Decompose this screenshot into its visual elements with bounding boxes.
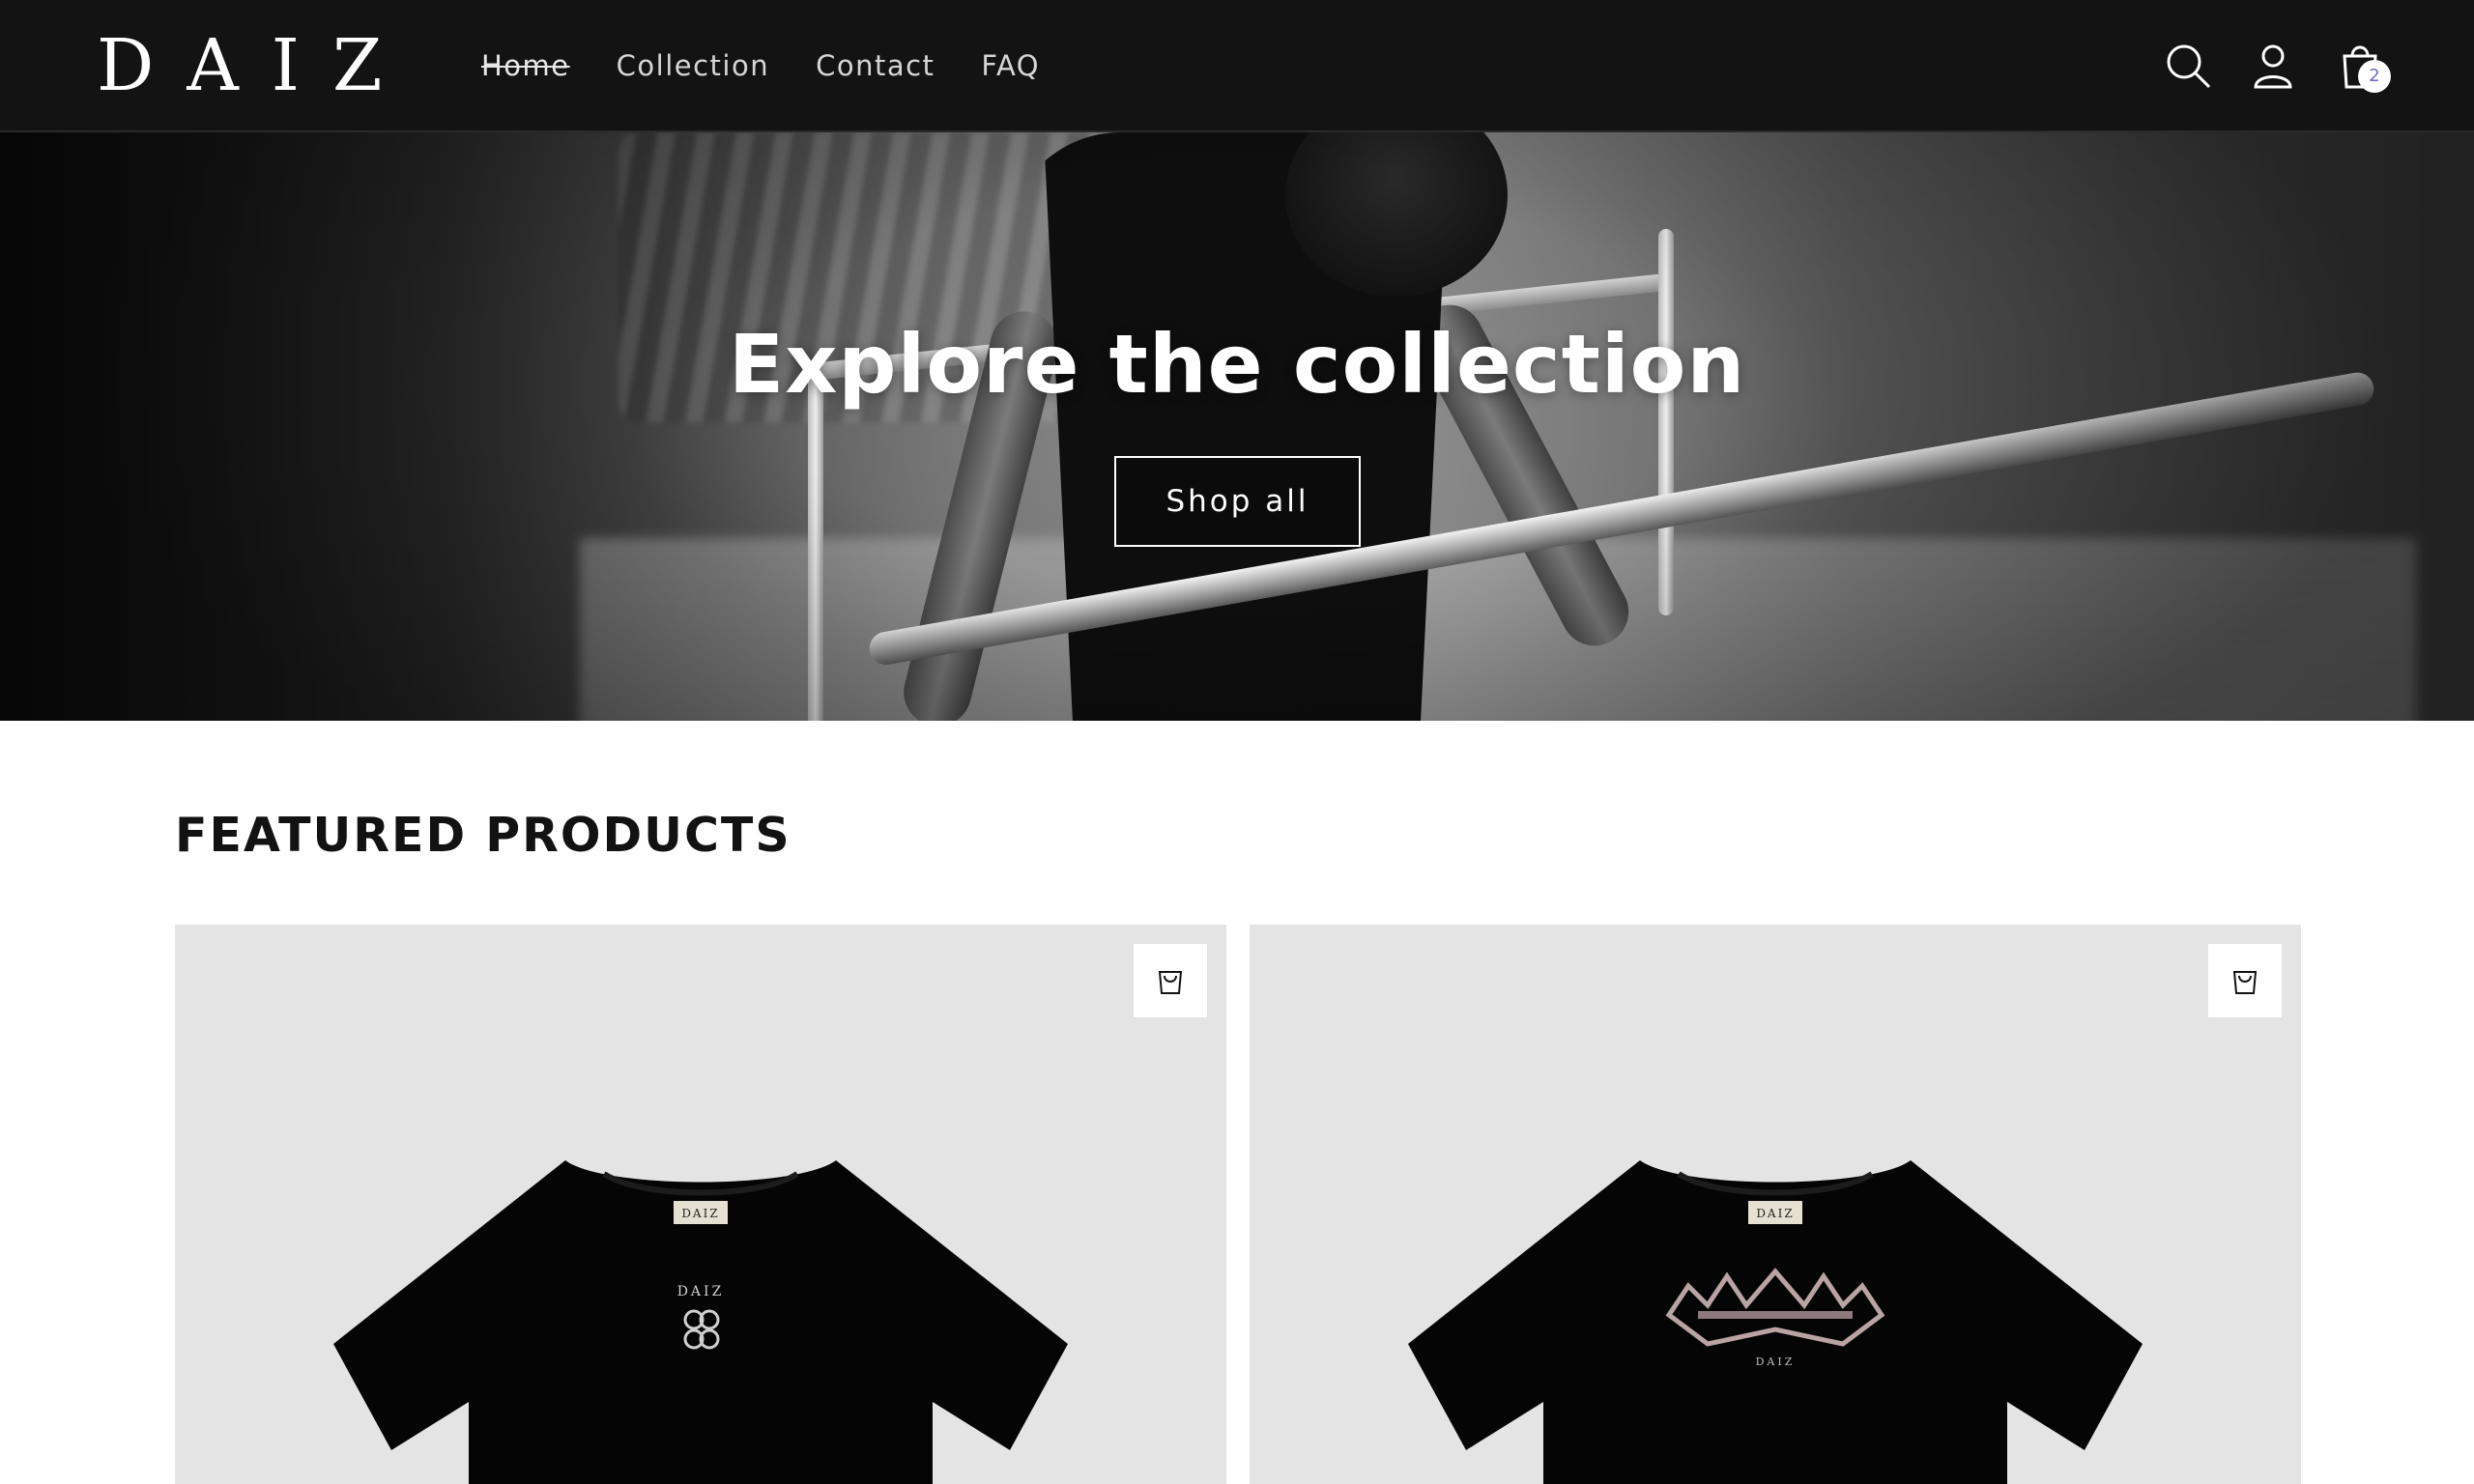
product-card-2[interactable]: DAIZ DAIZ [1250, 925, 2301, 1484]
svg-text:DAIZ: DAIZ [677, 1284, 725, 1299]
nav-item-contact[interactable]: Contact [816, 44, 935, 87]
site-header: DAIZ Home Collection Contact FAQ 2 [0, 0, 2474, 132]
product-image-tshirt: DAIZ DAIZ [1389, 1160, 2162, 1484]
hero-banner: Explore the collection Shop all [0, 132, 2474, 721]
nav-item-collection[interactable]: Collection [617, 44, 769, 87]
search-icon[interactable] [2161, 37, 2215, 95]
svg-text:DAIZ: DAIZ [1756, 1356, 1796, 1368]
account-icon[interactable] [2246, 37, 2300, 95]
product-card-1[interactable]: DAIZ DAIZ [175, 925, 1226, 1484]
bag-icon [2232, 971, 2258, 994]
nav-item-home[interactable]: Home [481, 44, 570, 87]
main-nav: Home Collection Contact FAQ [481, 44, 1086, 87]
hero-vignette [0, 132, 2474, 721]
svg-text:DAIZ: DAIZ [1756, 1207, 1794, 1220]
featured-products-title: FEATURED PRODUCTS [175, 808, 791, 863]
quick-add-button[interactable] [2208, 944, 2282, 1017]
nav-item-faq[interactable]: FAQ [981, 44, 1040, 87]
product-image-tshirt: DAIZ DAIZ [314, 1160, 1087, 1484]
cart-count-badge: 2 [2358, 60, 2391, 93]
logo[interactable]: DAIZ [97, 27, 415, 104]
svg-text:DAIZ: DAIZ [681, 1207, 719, 1220]
hero-title: Explore the collection [728, 317, 1746, 412]
quick-add-button[interactable] [1134, 944, 1207, 1017]
shop-all-button[interactable]: Shop all [1114, 456, 1361, 547]
bag-icon [1158, 971, 1183, 994]
